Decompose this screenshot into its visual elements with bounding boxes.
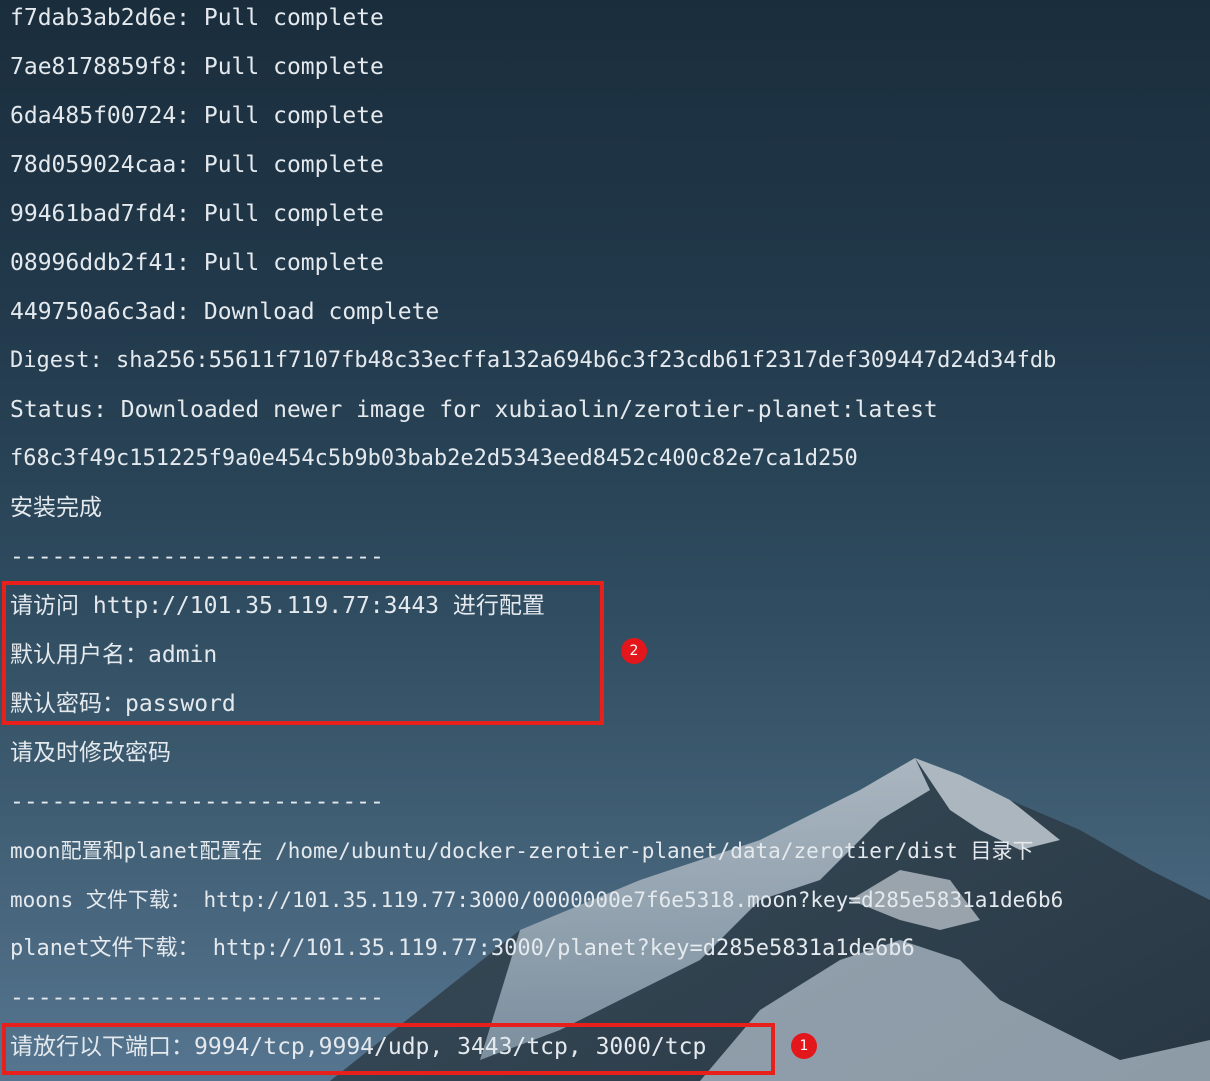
- change-password-line: 请及时修改密码: [10, 740, 171, 766]
- annotation-badge-1: 1: [791, 1033, 817, 1059]
- config-path-line: moon配置和planet配置在 /home/ubuntu/docker-zer…: [10, 839, 1034, 863]
- terminal-line: 7ae8178859f8: Pull complete: [10, 54, 384, 80]
- digest-line: Digest: sha256:55611f7107fb48c33ecffa132…: [10, 348, 1057, 373]
- annotation-badge-2: 2: [621, 638, 647, 664]
- terminal-output: f7dab3ab2d6e: Pull complete 7ae8178859f8…: [0, 0, 1210, 1081]
- status-line: Status: Downloaded newer image for xubia…: [10, 397, 938, 423]
- planet-download-line: planet文件下载： http://101.35.119.77:3000/pl…: [10, 936, 915, 961]
- install-complete-line: 安装完成: [10, 495, 102, 521]
- terminal-line: 6da485f00724: Pull complete: [10, 103, 384, 129]
- separator-line: ---------------------------: [10, 544, 384, 570]
- terminal-line: 78d059024caa: Pull complete: [10, 152, 384, 178]
- terminal-line: 449750a6c3ad: Download complete: [10, 299, 440, 325]
- terminal-line: f7dab3ab2d6e: Pull complete: [10, 5, 384, 31]
- separator-line: ---------------------------: [10, 789, 384, 815]
- terminal-line: 99461bad7fd4: Pull complete: [10, 201, 384, 227]
- moons-download-line: moons 文件下载： http://101.35.119.77:3000/00…: [10, 888, 1064, 912]
- container-id-line: f68c3f49c151225f9a0e454c5b9b03bab2e2d534…: [10, 446, 858, 471]
- ports-highlight: [2, 1023, 775, 1075]
- login-info-highlight: [2, 581, 604, 725]
- separator-line: ---------------------------: [10, 985, 384, 1011]
- terminal-line: 08996ddb2f41: Pull complete: [10, 250, 384, 276]
